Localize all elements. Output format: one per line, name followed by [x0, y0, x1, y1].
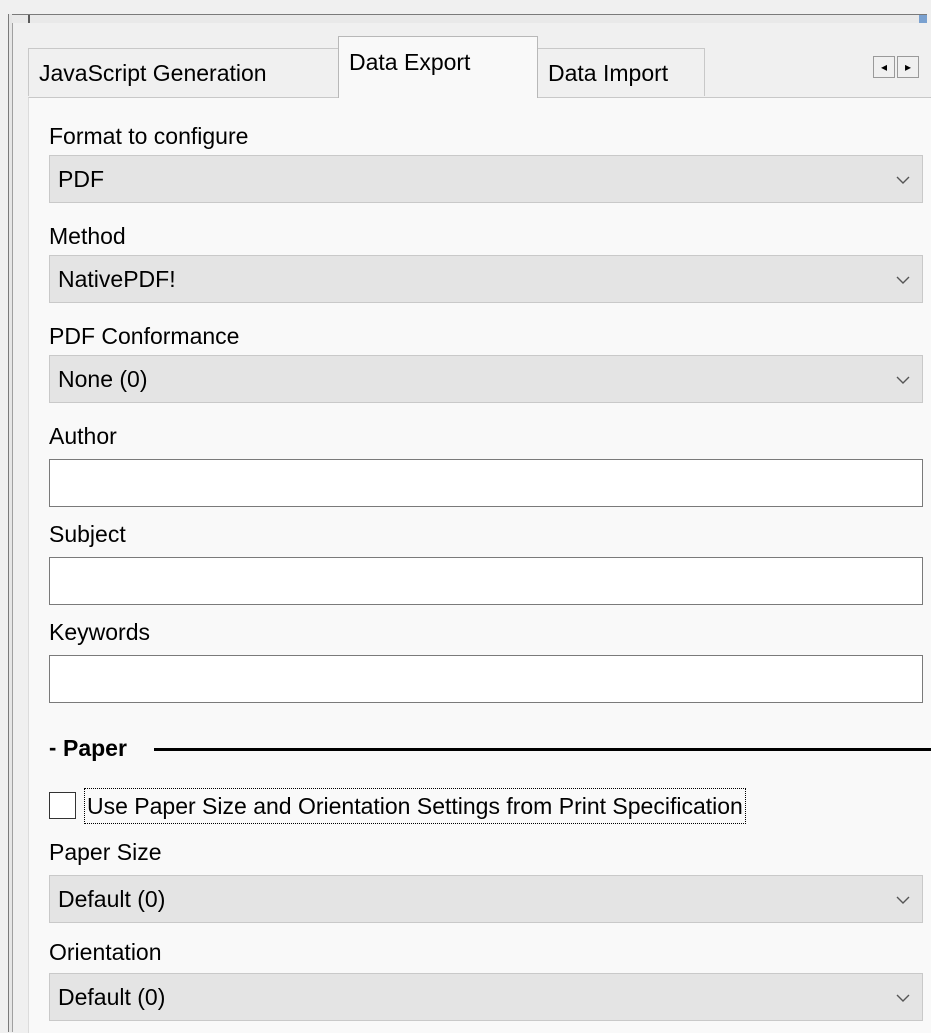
orientation-value: Default (0) — [58, 984, 166, 1010]
format-label: Format to configure — [49, 123, 249, 149]
paper-group-header[interactable]: - Paper — [49, 730, 931, 766]
method-combo-value: NativePDF! — [58, 266, 176, 292]
chevron-down-icon — [896, 376, 910, 384]
paper-group-title: Paper — [63, 735, 127, 761]
tab-bar: JavaScript Generation Data Export Data I… — [28, 36, 931, 98]
use-print-spec-checkbox[interactable] — [49, 792, 76, 819]
tab-scroll-left-button[interactable]: ◂ — [873, 56, 895, 78]
window-left-border — [8, 14, 13, 1032]
format-combo[interactable]: PDF — [49, 155, 923, 203]
chevron-down-icon — [896, 994, 910, 1002]
export-properties-window: JavaScript Generation Data Export Data I… — [0, 0, 931, 1033]
subject-field[interactable] — [49, 557, 923, 605]
tab-scroll-right-button[interactable]: ▸ — [897, 56, 919, 78]
chevron-down-icon — [896, 176, 910, 184]
author-label: Author — [49, 423, 117, 449]
use-print-spec-label[interactable]: Use Paper Size and Orientation Settings … — [84, 788, 746, 824]
use-print-spec-row[interactable]: Use Paper Size and Orientation Settings … — [49, 788, 929, 824]
method-combo[interactable]: NativePDF! — [49, 255, 923, 303]
orientation-label: Orientation — [49, 939, 162, 965]
tab-data-export[interactable]: Data Export — [338, 36, 538, 98]
arrow-right-icon: ▸ — [904, 60, 912, 74]
pdf-conformance-combo[interactable]: None (0) — [49, 355, 923, 403]
pdf-conformance-value: None (0) — [58, 366, 148, 392]
top-strip-thumb[interactable] — [28, 15, 30, 23]
keywords-label: Keywords — [49, 619, 150, 645]
group-divider — [154, 748, 931, 751]
pdf-conformance-label: PDF Conformance — [49, 323, 240, 349]
chevron-down-icon — [896, 276, 910, 284]
paper-size-combo[interactable]: Default (0) — [49, 875, 923, 923]
chevron-down-icon — [896, 896, 910, 904]
paper-size-label: Paper Size — [49, 839, 162, 865]
data-export-panel: Format to configure PDF Method NativePDF… — [28, 97, 931, 1033]
top-strip-corner — [919, 15, 927, 23]
keywords-field[interactable] — [49, 655, 923, 703]
top-scroll-strip[interactable] — [12, 14, 927, 23]
orientation-combo[interactable]: Default (0) — [49, 973, 923, 1021]
tab-data-import[interactable]: Data Import — [537, 48, 705, 96]
collapse-icon[interactable]: - — [49, 730, 56, 766]
method-label: Method — [49, 223, 126, 249]
subject-label: Subject — [49, 521, 126, 547]
format-combo-value: PDF — [58, 166, 104, 192]
arrow-left-icon: ◂ — [880, 60, 888, 74]
author-field[interactable] — [49, 459, 923, 507]
tab-javascript-generation[interactable]: JavaScript Generation — [28, 48, 339, 96]
paper-size-value: Default (0) — [58, 886, 166, 912]
